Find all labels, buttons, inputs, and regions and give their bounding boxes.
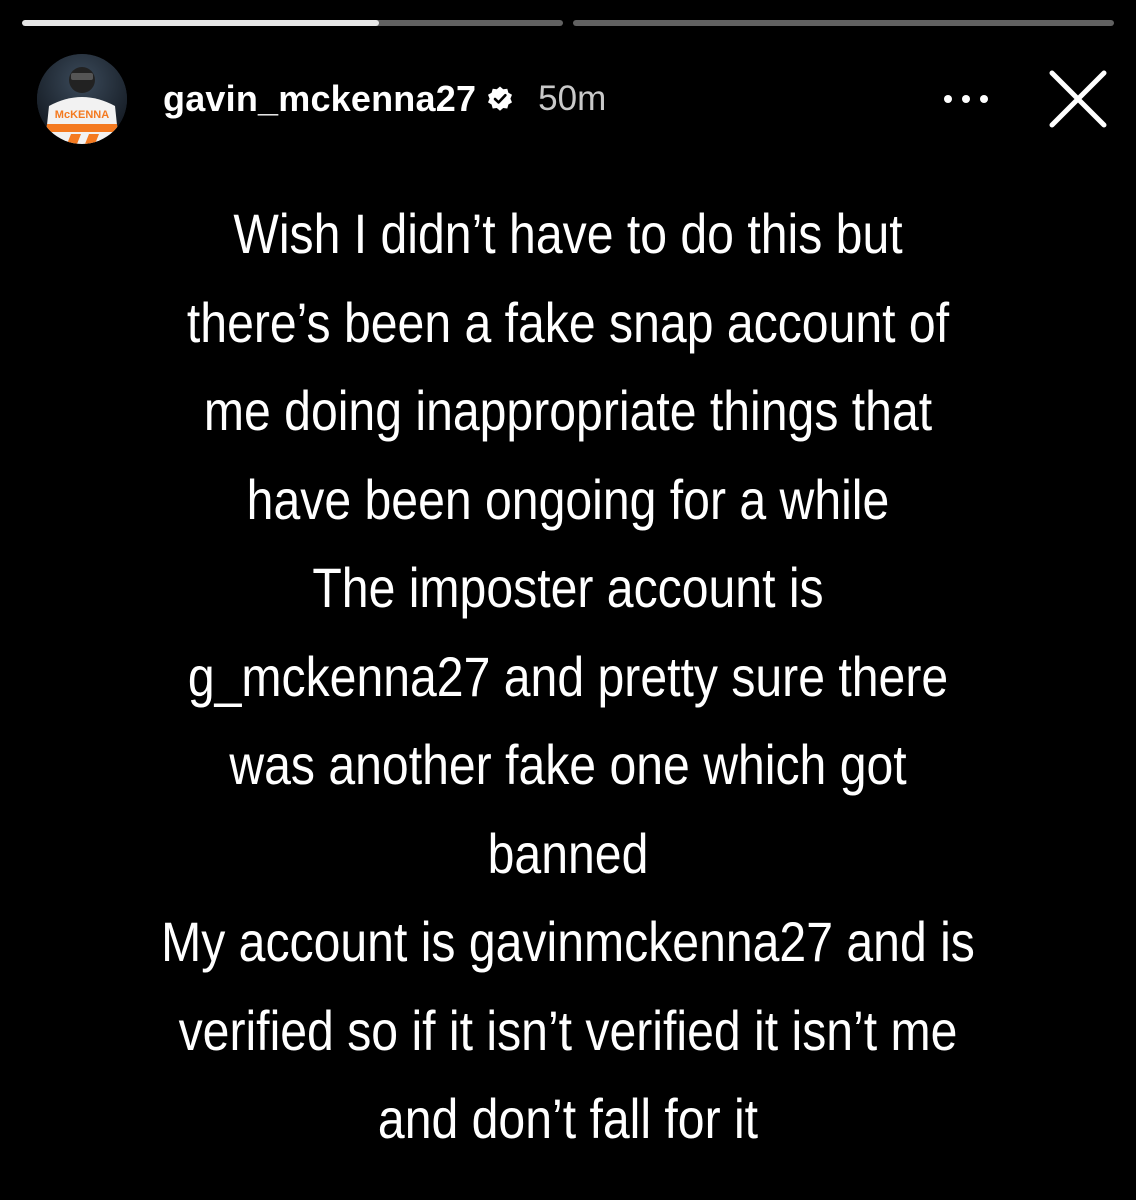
username[interactable]: gavin_mckenna27 [163, 78, 476, 120]
close-icon[interactable] [1048, 69, 1108, 129]
avatar-jersey-text: McKENNA [55, 109, 109, 121]
story-line: and don’t fall for it [377, 1087, 759, 1150]
story-line: My account is gavinmckenna27 and is [161, 910, 975, 973]
story-line: verified so if it isn’t verified it isn’… [178, 998, 958, 1062]
story-line: The imposter account is [312, 556, 824, 619]
avatar[interactable]: McKENNA [37, 54, 127, 144]
story-line: Wish I didn’t have to do this but [233, 202, 903, 265]
verified-badge-icon [486, 85, 514, 113]
story-line: banned [487, 821, 649, 885]
progress-fill [22, 20, 380, 26]
story-line: g_mckenna27 and pretty sure there [187, 644, 949, 708]
story-text: Wish I didn’t have to do this but there’… [97, 190, 1040, 1164]
story-header: McKENNA gavin_mckenna27 50m [37, 52, 1108, 146]
avatar-image: McKENNA [37, 54, 127, 144]
timestamp: 50m [538, 79, 607, 118]
progress-segment [22, 20, 563, 26]
story-line: me doing inappropriate things that [203, 379, 933, 442]
story-line: there’s been a fake snap account of [186, 290, 950, 354]
story-line: have been ongoing for a while [246, 467, 890, 531]
story-line: was another fake one which got [229, 733, 907, 796]
story-progress-bar [22, 20, 1114, 26]
more-dots-icon[interactable] [940, 84, 992, 114]
progress-segment [573, 20, 1114, 26]
